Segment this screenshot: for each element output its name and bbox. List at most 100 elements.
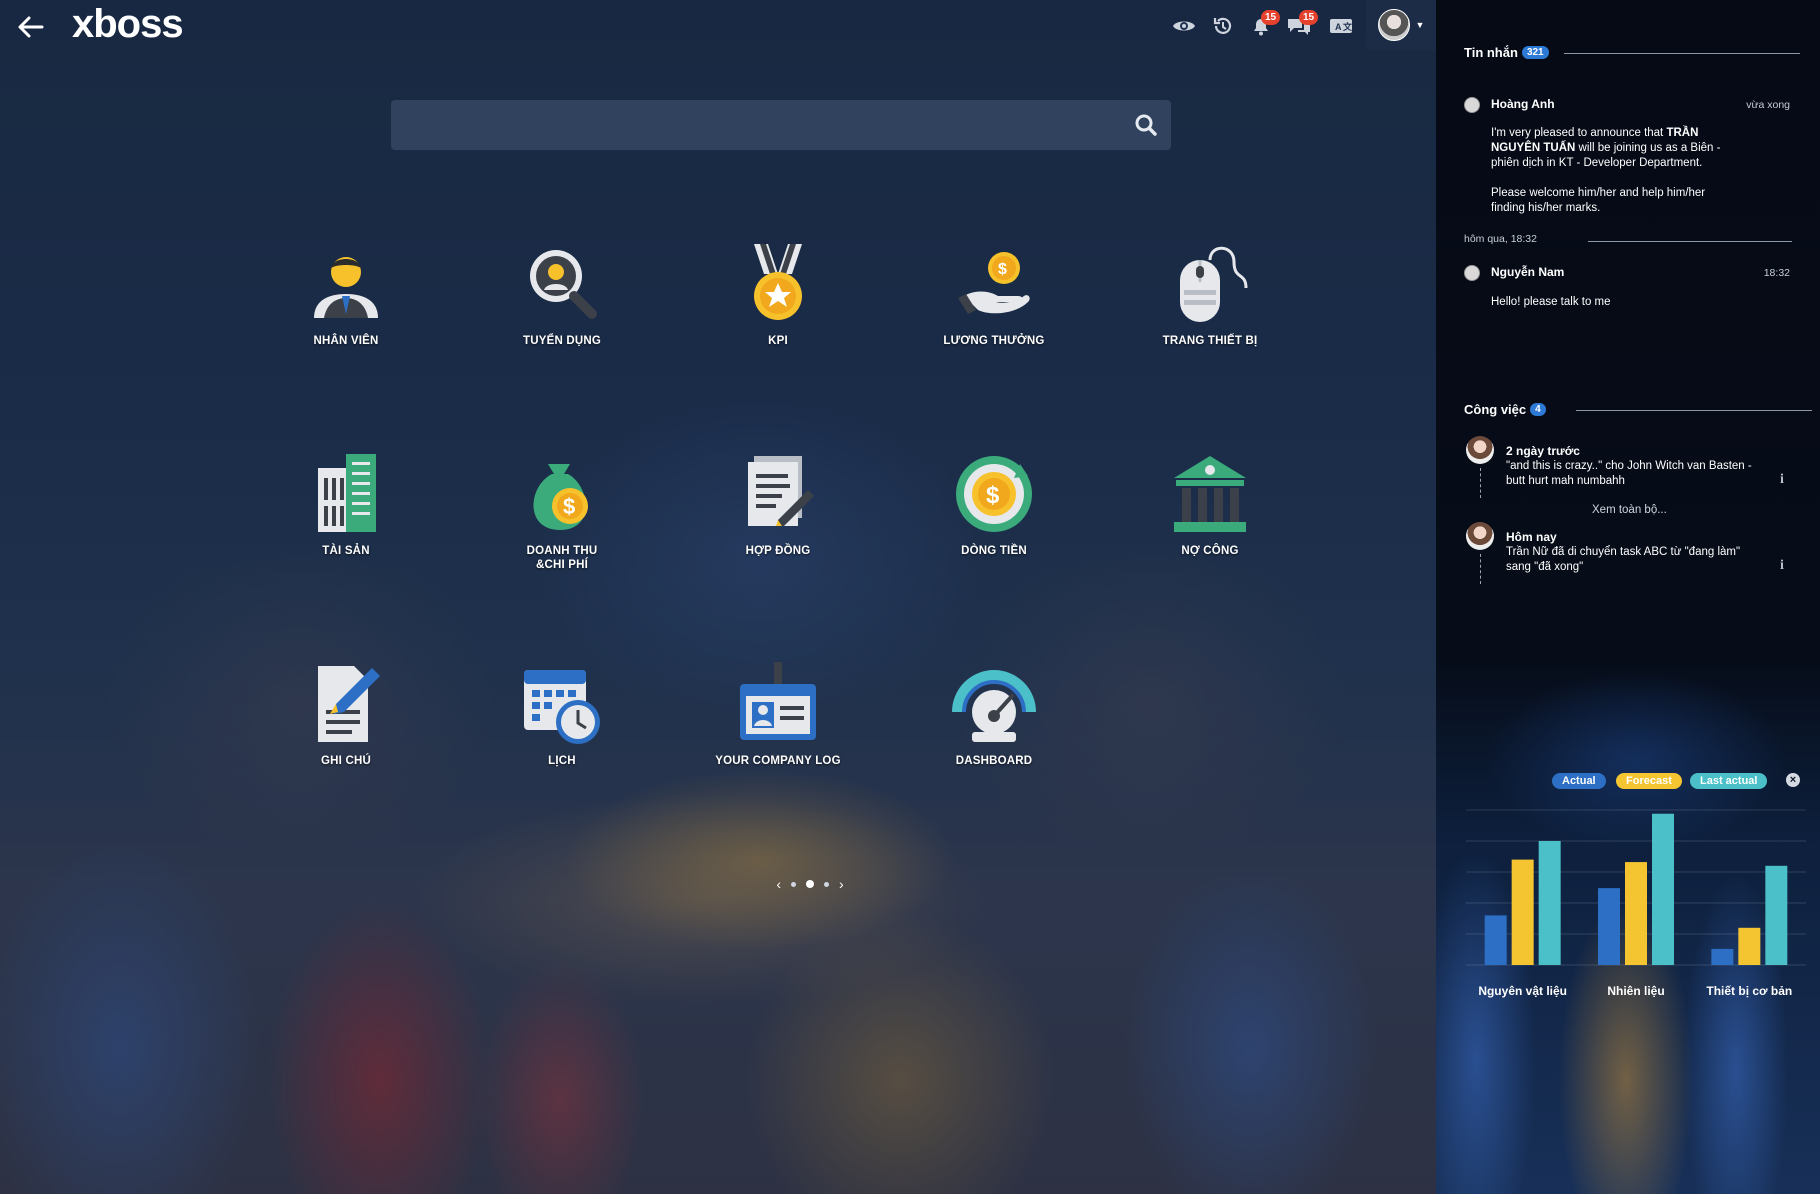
x-tick-label: Nguyên vật liệu <box>1478 984 1567 998</box>
legend-last-actual[interactable]: Last actual <box>1690 773 1768 789</box>
avatar <box>1464 97 1480 113</box>
svg-text:$: $ <box>998 261 1007 278</box>
app-kpi[interactable]: KPI <box>683 240 873 390</box>
app-label: NỢ CÔNG <box>1181 545 1239 557</box>
message-body: I'm very pleased to announce that TRẦN N… <box>1491 127 1721 214</box>
task-time: 2 ngày trước <box>1506 444 1580 458</box>
back-arrow-icon[interactable] <box>14 10 48 44</box>
bar-actual[interactable] <box>1711 948 1734 965</box>
search-input[interactable] <box>391 100 1143 150</box>
tasks-count-badge: 4 <box>1530 403 1546 416</box>
bar-last-actual[interactable] <box>1652 813 1674 965</box>
app-label: LỊCH <box>548 755 576 767</box>
page-dot[interactable] <box>824 881 829 887</box>
app-label: KPI <box>768 335 788 347</box>
bank-icon <box>1174 456 1246 532</box>
task-text[interactable]: Trần Nữ đã di chuyển task ABC từ "đang l… <box>1506 545 1768 575</box>
search-bar <box>391 100 1171 150</box>
divider <box>1588 241 1792 242</box>
app-label: NHÂN VIÊN <box>313 335 379 347</box>
divider <box>1576 410 1812 411</box>
see-all-link[interactable]: Xem toàn bộ... <box>1592 503 1667 518</box>
logo: xboss <box>72 2 184 46</box>
bar-forecast[interactable] <box>1511 859 1534 965</box>
app-luong-thuong[interactable]: $ LƯƠNG THƯỞNG <box>899 240 1089 390</box>
message-sender[interactable]: Hoàng Anh <box>1491 97 1555 111</box>
bar-last-actual[interactable] <box>1765 865 1788 965</box>
pager: ‹ › <box>740 874 880 894</box>
bar-forecast[interactable] <box>1738 927 1761 965</box>
tasks-title: Công việc 4 <box>1464 402 1546 417</box>
id-card-icon <box>740 662 816 740</box>
timeline-line <box>1480 554 1481 584</box>
chart-plot: Nguyên vật liệu Nhiên liệu Thiết bị cơ bản <box>1466 809 1806 998</box>
message-time: vừa xong <box>1746 99 1790 111</box>
app-label: GHI CHÚ <box>321 755 371 767</box>
bell-icon[interactable]: 15 <box>1246 10 1280 40</box>
right-panel: Tin nhắn 321 Hoàng Anh vừa xong I'm very… <box>1436 0 1820 1194</box>
app-no-cong[interactable]: NỢ CÔNG <box>1115 450 1305 600</box>
legend-forecast[interactable]: Forecast <box>1616 773 1682 789</box>
info-icon[interactable]: i <box>1780 558 1784 574</box>
eye-icon[interactable] <box>1169 12 1199 40</box>
svg-text:A: A <box>1335 22 1342 32</box>
recruitment-icon <box>530 250 597 319</box>
app-label: TÀI SẢN <box>322 545 370 557</box>
task-time: Hôm nay <box>1506 530 1557 544</box>
close-icon[interactable]: × <box>1786 773 1800 787</box>
app-ghi-chu[interactable]: GHI CHÚ <box>251 660 441 810</box>
app-doanh-thu-chi-phi[interactable]: $ DOANH THU &CHI PHÍ <box>467 450 657 600</box>
avatar[interactable] <box>1377 9 1410 41</box>
message-body: Hello! please talk to me <box>1491 296 1611 308</box>
chevron-left-icon[interactable]: ‹ <box>776 877 781 891</box>
bar-actual[interactable] <box>1598 888 1620 965</box>
bar-chart: Actual Forecast Last actual × Nguyên vật… <box>1446 770 1816 1010</box>
salary-icon: $ <box>958 252 1030 314</box>
contract-icon <box>748 456 814 526</box>
chevron-right-icon[interactable]: › <box>839 877 844 891</box>
cashflow-icon: $ <box>956 456 1032 532</box>
message-badge: 15 <box>1299 10 1318 25</box>
bar-last-actual[interactable] <box>1538 841 1561 965</box>
app-label: TRANG THIẾT BỊ <box>1162 335 1258 347</box>
chat-icon[interactable]: 15 <box>1284 10 1318 40</box>
user-menu[interactable]: ▼ <box>1366 0 1436 50</box>
translate-icon[interactable]: A文 <box>1326 12 1356 40</box>
legend-actual[interactable]: Actual <box>1552 773 1606 789</box>
message-sender[interactable]: Nguyễn Nam <box>1491 265 1564 279</box>
bar-actual[interactable] <box>1484 915 1507 965</box>
svg-text:文: 文 <box>1342 21 1352 32</box>
app-label: LƯƠNG THƯỞNG <box>943 335 1045 347</box>
app-dong-tien[interactable]: $ DÒNG TIỀN <box>899 450 1089 600</box>
app-nhan-vien[interactable]: NHÂN VIÊN <box>251 240 441 390</box>
x-tick-label: Thiết bị cơ bản <box>1706 984 1792 998</box>
app-trang-thiet-bi[interactable]: TRANG THIẾT BỊ <box>1115 240 1305 390</box>
app-tuyen-dung[interactable]: TUYỂN DỤNG <box>467 240 657 390</box>
employee-icon <box>314 257 378 318</box>
divider <box>1564 53 1800 54</box>
history-icon[interactable] <box>1208 12 1238 40</box>
app-label: YOUR COMPANY LOG <box>715 755 841 767</box>
app-dashboard[interactable]: DASHBOARD <box>899 660 1089 810</box>
chevron-down-icon[interactable]: ▼ <box>1416 20 1425 30</box>
main-area: xboss 15 15 A文 ▼ NHÂN VIÊN TUYỂN DỤNG KP… <box>0 0 1436 1194</box>
notification-badge: 15 <box>1261 10 1280 25</box>
date-divider: hôm qua, 18:32 <box>1464 233 1537 245</box>
bar-forecast[interactable] <box>1625 862 1647 965</box>
info-icon[interactable]: i <box>1780 472 1784 488</box>
page-dot-active[interactable] <box>806 880 814 888</box>
avatar <box>1464 265 1480 281</box>
app-tai-san[interactable]: TÀI SẢN <box>251 450 441 600</box>
avatar <box>1466 436 1494 464</box>
messages-title: Tin nhắn 321 <box>1464 45 1549 60</box>
app-label: DÒNG TIỀN <box>961 545 1027 557</box>
search-icon[interactable] <box>1133 112 1159 138</box>
svg-text:$: $ <box>563 494 575 519</box>
app-your-company-log[interactable]: YOUR COMPANY LOG <box>683 660 873 810</box>
page-dot[interactable] <box>791 881 796 887</box>
calendar-icon <box>524 670 600 744</box>
app-lich[interactable]: LỊCH <box>467 660 657 810</box>
task-text[interactable]: "and this is crazy.." cho John Witch van… <box>1506 459 1756 489</box>
app-hop-dong[interactable]: HỢP ĐỒNG <box>683 450 873 600</box>
app-label: TUYỂN DỤNG <box>522 335 602 347</box>
